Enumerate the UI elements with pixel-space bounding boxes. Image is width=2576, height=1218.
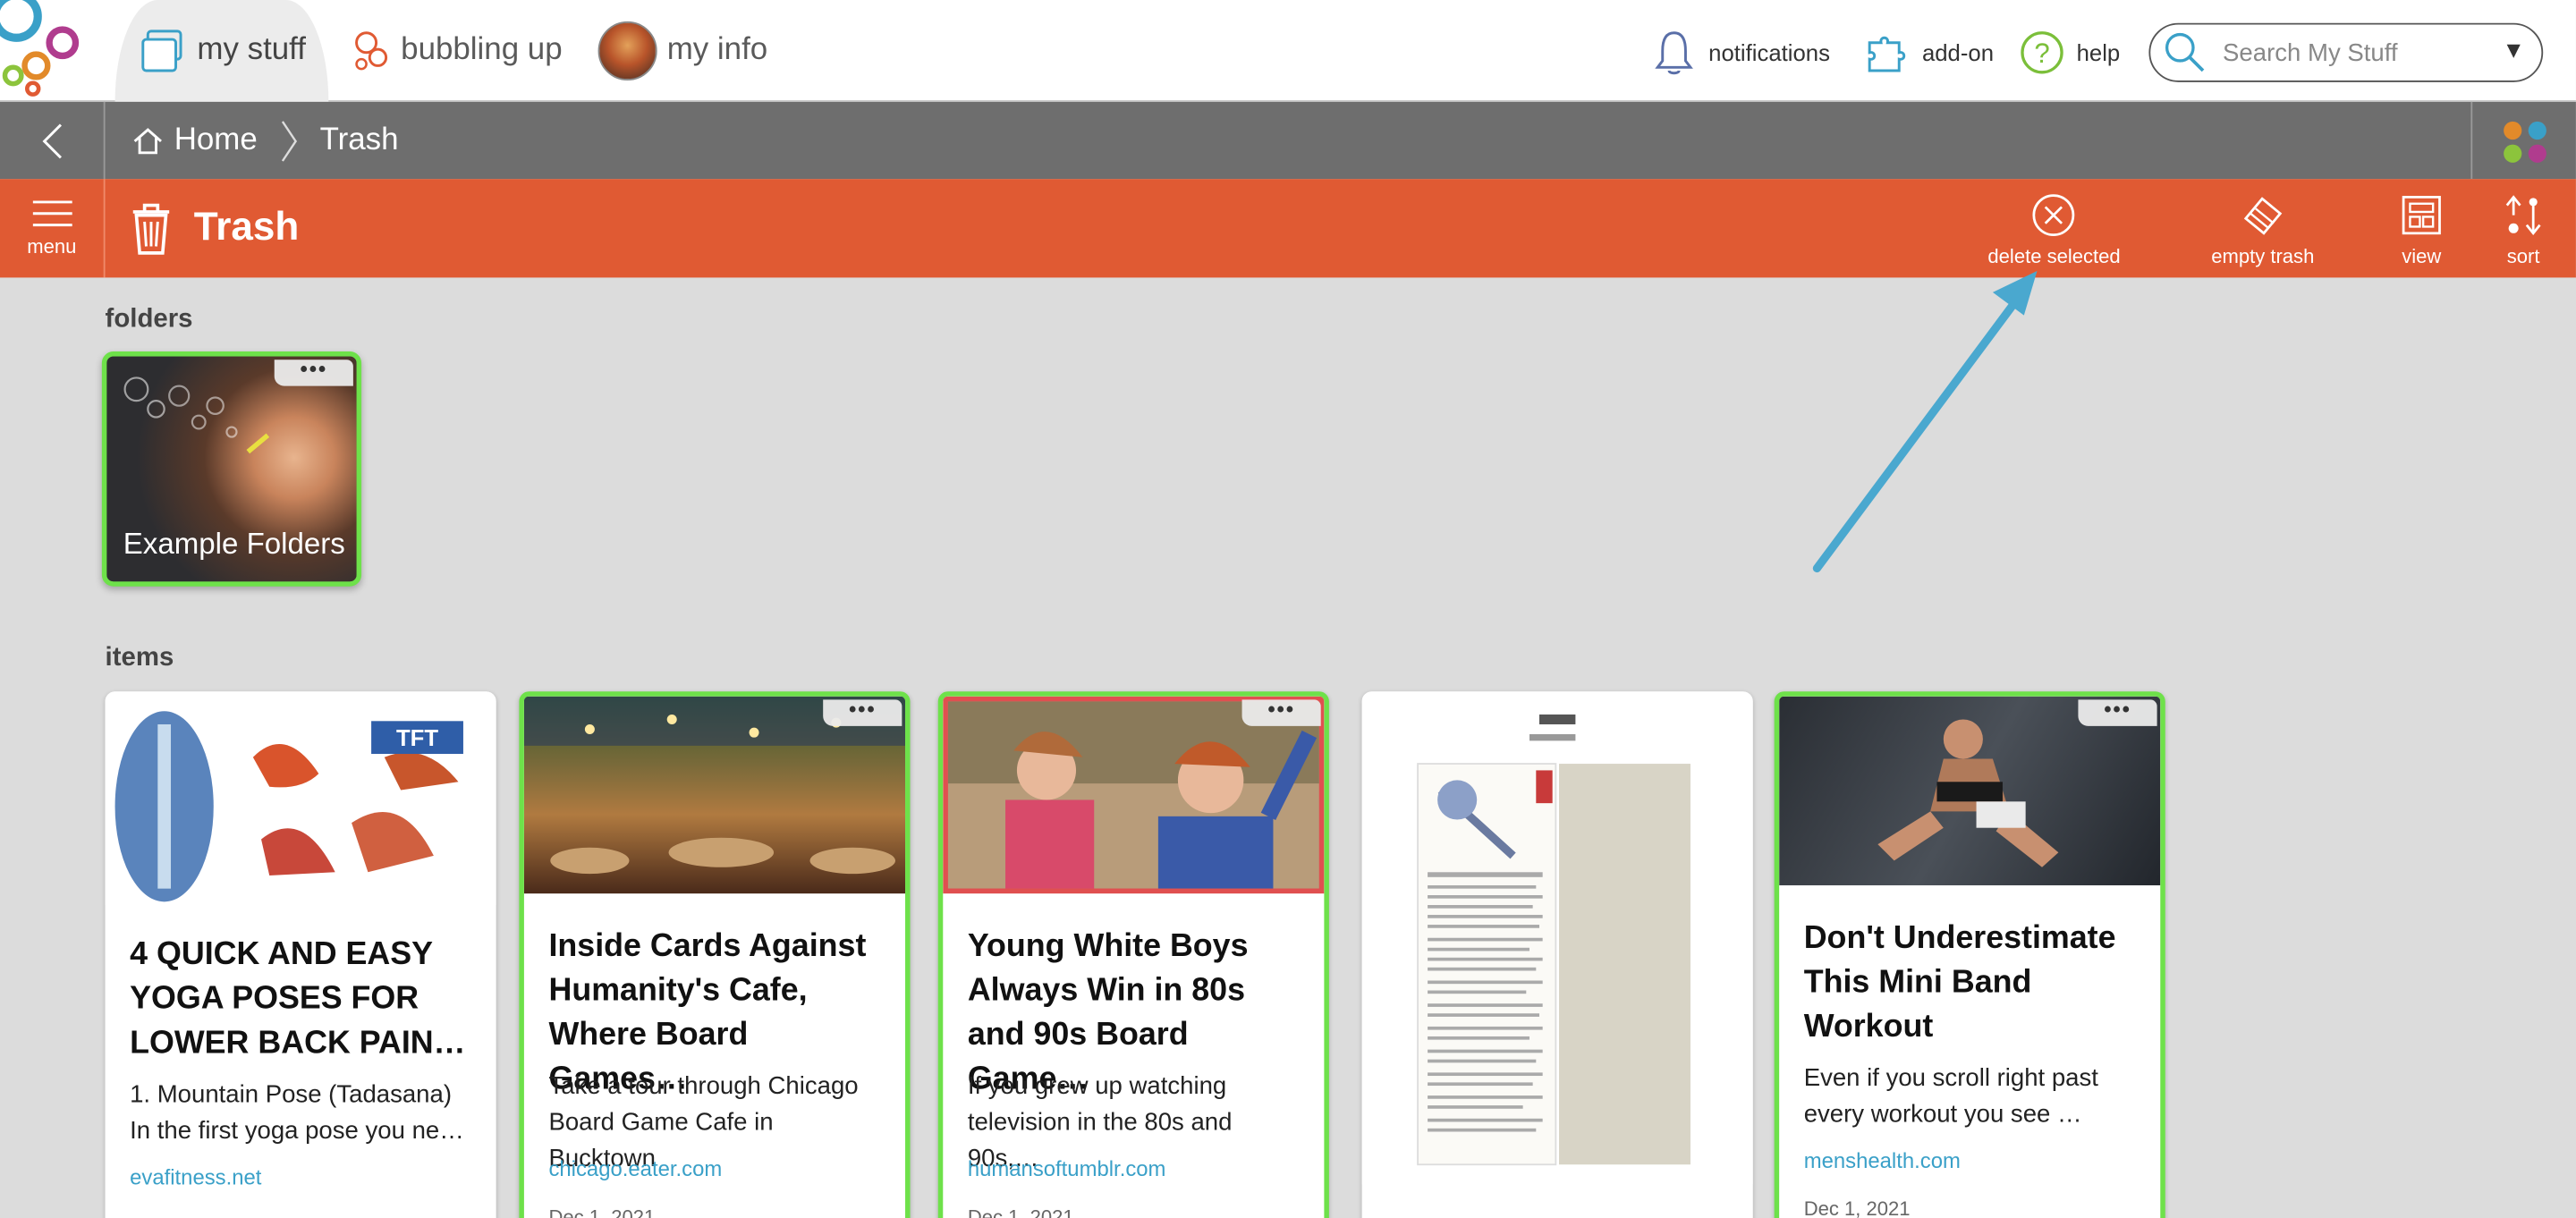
breadcrumb: Home Trash [131, 102, 399, 179]
apps-dot-icon [2528, 121, 2546, 140]
search-dropdown-icon[interactable]: ▼ [2503, 36, 2525, 62]
breadcrumb-current: Trash [319, 122, 399, 157]
layout-grid-icon [2402, 196, 2441, 235]
folder-title: Example Folders [123, 527, 345, 561]
tab-my-stuff[interactable]: my stuff [138, 0, 306, 102]
delete-selected-label: delete selected [1987, 244, 2121, 268]
circle-x-icon [2033, 194, 2075, 237]
sort-button[interactable]: sort [2500, 192, 2546, 278]
item-thumbnail [1361, 691, 1753, 1185]
sort-label: sort [2506, 244, 2540, 268]
menu-button[interactable]: menu [0, 179, 106, 278]
item-date: Dec 1, 2021 [967, 1205, 1074, 1218]
breadcrumb-separator-icon [281, 120, 297, 161]
hamburger-icon [31, 200, 72, 227]
item-description: 1. Mountain Pose (Tadasana) In the first… [130, 1080, 464, 1146]
item-card[interactable]: ••• Young White Boys Always Win in 80s a… [937, 691, 1329, 1218]
item-more-options[interactable]: ••• [2078, 698, 2157, 726]
page-title: Trash [128, 199, 299, 258]
bell-icon [1655, 31, 1693, 75]
item-source-link[interactable]: humansoftumblr.com [968, 1156, 1166, 1181]
item-date: Dec 1, 2021 [548, 1205, 656, 1218]
item-card[interactable] [1361, 691, 1753, 1218]
help-link[interactable]: ? help [2017, 26, 2120, 79]
apps-dot-icon [2504, 144, 2522, 163]
tab-bubbling-up-label: bubbling up [401, 32, 563, 68]
help-label: help [2076, 39, 2121, 66]
tab-my-info-label: my info [666, 32, 768, 68]
tab-my-stuff-label: my stuff [197, 32, 306, 68]
breadcrumb-bar: Home Trash [0, 101, 2576, 180]
eraser-icon [2244, 197, 2283, 235]
document-page-image-icon [1417, 714, 1690, 1166]
item-thumbnail: TFT [105, 691, 496, 906]
item-source-link[interactable]: chicago.eater.com [548, 1156, 722, 1181]
tab-my-info[interactable]: my info [597, 0, 768, 102]
item-source-link[interactable]: menshealth.com [1804, 1148, 1961, 1173]
item-date: Dec 1, 2021 [1803, 1197, 1911, 1218]
delete-selected-button[interactable]: delete selected [1987, 192, 2121, 278]
page-title-text: Trash [193, 205, 300, 250]
apps-dot-icon [2528, 144, 2546, 163]
search-box: ▼ [2148, 22, 2544, 82]
apps-dot-icon [2504, 121, 2522, 140]
stacked-folders-icon [141, 30, 182, 72]
notifications-link[interactable]: notifications [1649, 26, 1830, 79]
empty-trash-button[interactable]: empty trash [2211, 192, 2314, 278]
page-toolbar: menu Trash delete selected empty trash v… [0, 179, 2576, 278]
item-more-options[interactable]: ••• [823, 698, 902, 726]
apps-button[interactable] [2470, 101, 2576, 180]
folders-heading: folders [105, 305, 193, 334]
svg-text:TFT: TFT [396, 726, 438, 751]
items-heading: items [105, 643, 174, 672]
add-on-link[interactable]: add-on [1863, 26, 1994, 79]
folder-card[interactable]: ••• Example Folders [101, 351, 362, 587]
trash-can-icon [132, 203, 170, 255]
notifications-label: notifications [1708, 39, 1830, 66]
view-label: view [2402, 244, 2442, 268]
back-button[interactable] [0, 101, 106, 180]
item-source-link[interactable]: evafitness.net [130, 1164, 261, 1189]
item-card[interactable]: ••• Don't Underestimate This Mini Band W… [1774, 691, 2165, 1218]
yoga-poses-image-icon: TFT [114, 711, 463, 902]
bubbles-icon [355, 31, 388, 71]
item-card[interactable]: TFT 4 QUICK AND EASY YOGA POSES FOR LOWE… [105, 691, 496, 1218]
search-input[interactable] [2223, 38, 2503, 67]
home-icon[interactable] [131, 124, 165, 157]
item-title: 4 QUICK AND EASY YOGA POSES FOR LOWER BA… [130, 935, 466, 1062]
avatar [597, 21, 657, 80]
folder-more-options[interactable]: ••• [274, 358, 353, 386]
tab-bubbling-up[interactable]: bubbling up [352, 0, 563, 102]
kids-playing-image-icon [947, 701, 1319, 889]
breadcrumb-home[interactable]: Home [174, 123, 258, 158]
item-more-options[interactable]: ••• [1241, 698, 1321, 726]
search-icon[interactable] [2164, 31, 2207, 74]
svg-text:?: ? [2034, 38, 2049, 69]
item-description: Even if you scroll right past every work… [1803, 1064, 2098, 1129]
empty-trash-label: empty trash [2211, 244, 2315, 268]
top-navigation: my stuff bubbling up my info notificatio… [0, 0, 2576, 102]
add-on-label: add-on [1921, 39, 1995, 66]
menu-label: menu [27, 234, 77, 258]
item-title: Don't Underestimate This Mini Band Worko… [1803, 919, 2116, 1045]
chevron-left-icon [41, 123, 62, 158]
view-button[interactable]: view [2399, 192, 2445, 278]
item-card[interactable]: ••• Inside Cards Against Humanity's Cafe… [519, 691, 911, 1218]
app-logo[interactable] [0, 0, 102, 102]
sort-icon [2505, 195, 2541, 236]
question-circle-icon: ? [2021, 31, 2063, 74]
puzzle-piece-icon [1868, 36, 1906, 72]
